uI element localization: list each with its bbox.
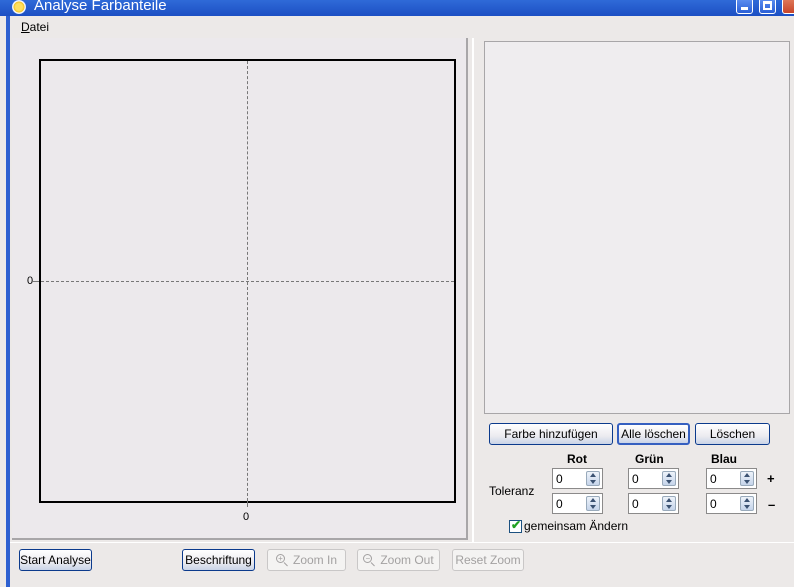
x-tick-label: 0: [243, 511, 250, 523]
red-plus-spinner[interactable]: 0: [552, 468, 603, 489]
maximize-button[interactable]: [759, 0, 776, 14]
spinner-arrows-icon[interactable]: [740, 471, 754, 486]
blue-minus-spinner[interactable]: 0: [706, 493, 757, 514]
close-button[interactable]: [782, 0, 794, 14]
labels-button[interactable]: Beschriftung: [182, 549, 255, 571]
y-tick: [33, 281, 39, 282]
scatter-plot-area[interactable]: [33, 59, 456, 507]
delete-all-button[interactable]: Alle löschen: [617, 423, 690, 445]
spinner-value: 0: [632, 472, 639, 486]
link-changes-label[interactable]: gemeinsam Ändern: [524, 519, 628, 533]
minimize-button[interactable]: [736, 0, 753, 14]
title-bar: Analyse Farbanteile: [0, 0, 794, 16]
color-list-box[interactable]: [484, 41, 790, 414]
menu-accel: D: [21, 20, 30, 34]
app-icon: [12, 0, 26, 14]
zoom-out-button[interactable]: − Zoom Out: [357, 549, 440, 571]
spinner-arrows-icon[interactable]: [662, 471, 676, 486]
menu-datei[interactable]: Datei: [21, 20, 49, 34]
blue-plus-spinner[interactable]: 0: [706, 468, 757, 489]
zoom-out-icon: −: [363, 554, 377, 567]
y-tick-label: 0: [27, 275, 34, 287]
spinner-arrows-icon[interactable]: [740, 496, 754, 511]
spinner-value: 0: [556, 472, 563, 486]
window-title: Analyse Farbanteile: [34, 0, 167, 14]
zoom-in-icon: +: [275, 554, 290, 567]
spinner-arrows-icon[interactable]: [586, 471, 600, 486]
zoom-out-label: Zoom Out: [380, 553, 434, 567]
spinner-value: 0: [710, 472, 717, 486]
spinner-arrows-icon[interactable]: [586, 496, 600, 511]
spinner-value: 0: [556, 497, 563, 511]
zoom-in-button[interactable]: + Zoom In: [267, 549, 346, 571]
zoom-in-label: Zoom In: [292, 553, 337, 567]
start-analysis-button[interactable]: Start Analyse: [19, 549, 92, 571]
y-axis-zero-line: [247, 61, 248, 501]
bottom-separator: [10, 542, 794, 543]
window-frame-left: [6, 16, 10, 587]
column-blue: Blau: [711, 452, 738, 466]
reset-zoom-button[interactable]: Reset Zoom: [452, 549, 524, 571]
maximize-icon: [763, 1, 772, 10]
red-minus-spinner[interactable]: 0: [552, 493, 603, 514]
spinner-arrows-icon[interactable]: [662, 496, 676, 511]
x-tick: [247, 501, 248, 507]
delete-button[interactable]: Löschen: [695, 423, 770, 445]
green-minus-spinner[interactable]: 0: [628, 493, 679, 514]
minus-sign: –: [768, 497, 776, 512]
green-plus-spinner[interactable]: 0: [628, 468, 679, 489]
link-changes-checkbox[interactable]: ✔: [509, 518, 522, 533]
column-red: Rot: [567, 452, 587, 466]
spinner-value: 0: [710, 497, 717, 511]
spinner-value: 0: [632, 497, 639, 511]
menu-label: atei: [29, 20, 50, 34]
menu-bar: Datei: [10, 16, 794, 38]
tolerance-label: Toleranz: [489, 484, 535, 498]
add-color-button[interactable]: Farbe hinzufügen: [489, 423, 613, 445]
column-green: Grün: [635, 452, 664, 466]
checkmark-icon: ✔: [511, 518, 522, 532]
minimize-icon: [741, 7, 748, 10]
plus-sign: +: [767, 471, 775, 486]
